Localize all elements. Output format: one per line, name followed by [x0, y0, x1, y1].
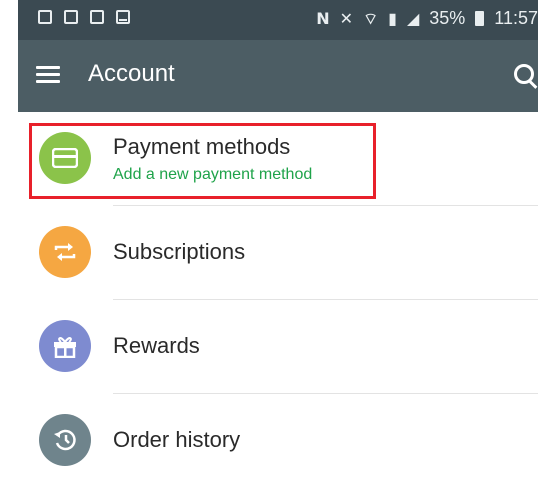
clock: 11:57 [494, 8, 538, 28]
battery-icon [475, 11, 485, 26]
sim-icon: ▮ [388, 9, 397, 28]
list-item-label: Rewards [113, 333, 200, 358]
page-title: Account [88, 60, 175, 87]
list-item-sublabel: Add a new payment method [113, 166, 313, 183]
nfc-icon: N [316, 9, 330, 28]
list-item-label: Payment methods [113, 134, 291, 159]
signal-icon: ◢ [406, 9, 420, 28]
gift-icon [54, 337, 76, 358]
phone-screen: N ✕ ⌔ ▮ ◢ 35% 11:57 Account Payment meth… [18, 0, 538, 489]
photo-icon [90, 10, 104, 24]
order-history-avatar [39, 414, 91, 466]
phone-icon [64, 10, 78, 24]
list-item-label: Order history [113, 427, 241, 452]
list-item-payment-methods[interactable]: Payment methods Add a new payment method [18, 112, 538, 206]
mute-icon: ✕ [339, 9, 354, 28]
system-indicators: N ✕ ⌔ ▮ ◢ 35% 11:57 [316, 8, 538, 29]
app-bar: Account [18, 40, 538, 112]
subscriptions-avatar [39, 226, 91, 278]
payment-avatar [39, 132, 91, 184]
wifi-icon: ⌔ [363, 8, 379, 28]
status-bar: N ✕ ⌔ ▮ ◢ 35% 11:57 [18, 0, 538, 40]
image-icon [38, 10, 52, 24]
search-icon[interactable] [514, 64, 538, 88]
repeat-icon [54, 243, 76, 261]
mail-icon [116, 10, 130, 24]
list-item-label: Subscriptions [113, 239, 246, 264]
hamburger-menu-icon[interactable] [36, 66, 60, 84]
history-icon [54, 429, 76, 451]
battery-percent: 35% [429, 8, 466, 28]
notification-icons [38, 10, 130, 24]
rewards-avatar [39, 320, 91, 372]
list-item-order-history[interactable]: Order history [18, 394, 538, 488]
list-item-rewards[interactable]: Rewards [18, 300, 538, 394]
credit-card-icon [52, 148, 78, 168]
list-item-subscriptions[interactable]: Subscriptions [18, 206, 538, 300]
